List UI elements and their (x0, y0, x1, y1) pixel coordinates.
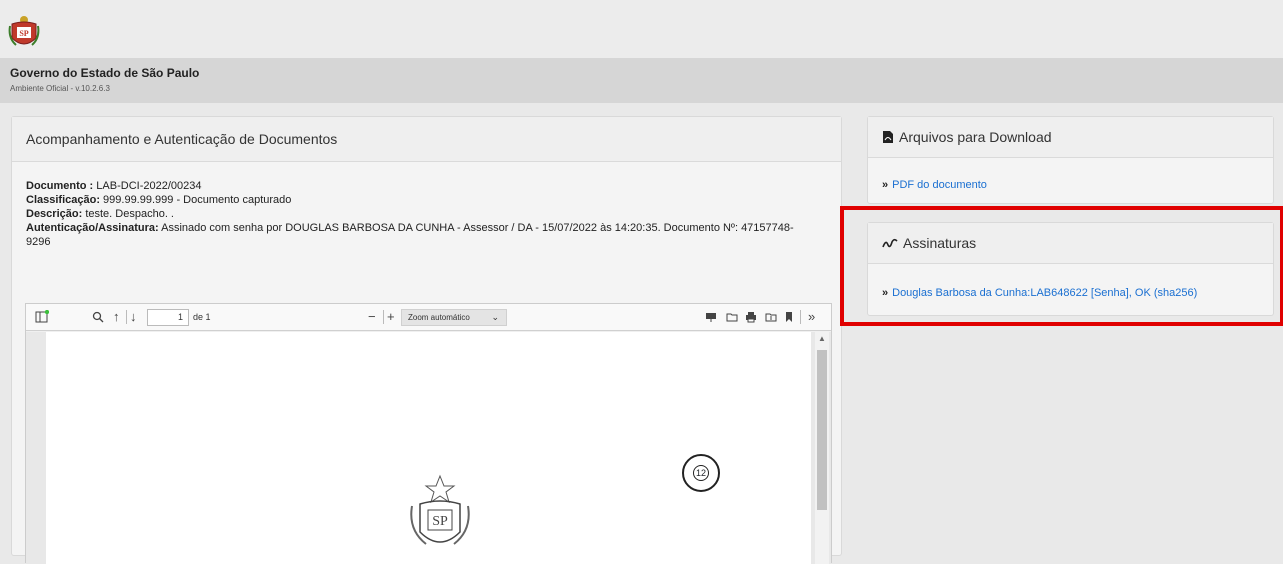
card-title: Acompanhamento e Autenticação de Documen… (12, 117, 841, 162)
zoom-in-icon[interactable]: + (387, 309, 395, 325)
pdf-toolbar: ↑ ↓ 1 de 1 − + Zoom automático ⌄ » (26, 304, 831, 331)
more-tools-icon[interactable]: » (808, 309, 815, 325)
zoom-out-icon[interactable]: − (368, 309, 376, 325)
sao-paulo-crest-icon: SP (410, 474, 470, 545)
download-icon[interactable] (765, 311, 777, 323)
toolbar-divider (383, 310, 384, 324)
documento-line: Documento : LAB-DCI-2022/00234 (26, 180, 202, 192)
search-icon[interactable] (92, 311, 104, 323)
pdf-scrollbar[interactable]: ▲ (815, 332, 829, 564)
page-count: de 1 (193, 312, 211, 322)
previous-page-icon[interactable]: ↑ (113, 309, 120, 325)
pdf-viewer[interactable]: ↑ ↓ 1 de 1 − + Zoom automático ⌄ » 12 SP… (25, 303, 832, 564)
print-icon[interactable] (745, 311, 757, 323)
page-number-input[interactable]: 1 (147, 309, 189, 326)
open-file-icon[interactable] (726, 311, 738, 323)
zoom-select[interactable]: Zoom automático ⌄ (401, 309, 507, 326)
government-title: Governo do Estado de São Paulo (10, 66, 200, 80)
government-bar: Governo do Estado de São Paulo Ambiente … (0, 58, 1283, 103)
chevron-down-icon: ⌄ (491, 312, 499, 322)
autenticacao-line: Autenticação/Assinatura: Assinado com se… (26, 222, 794, 248)
scrollbar-thumb[interactable] (817, 350, 827, 510)
highlight-box (840, 206, 1283, 326)
document-tracking-card: Acompanhamento e Autenticação de Documen… (11, 116, 842, 564)
scroll-up-icon[interactable]: ▲ (818, 334, 826, 343)
double-chevron-icon: » (882, 179, 889, 191)
presentation-mode-icon[interactable] (705, 311, 717, 323)
pdf-page-area: 12 SP ▲ (26, 332, 831, 564)
downloads-card-header: Arquivos para Download (868, 117, 1273, 158)
sao-paulo-crest-icon: SP (8, 16, 40, 46)
top-bar: SP (0, 0, 1283, 58)
toolbar-divider (126, 310, 127, 324)
environment-version: Ambiente Oficial - v.10.2.6.3 (10, 84, 110, 93)
descricao-line: Descrição: teste. Despacho. . (26, 208, 174, 220)
bookmark-icon[interactable] (784, 311, 794, 323)
pdf-page: 12 SP (46, 332, 811, 564)
classificacao-line: Classificação: 999.99.99.999 - Documento… (26, 194, 292, 206)
svg-text:SP: SP (432, 514, 448, 529)
sidebar-toggle-icon[interactable] (35, 310, 49, 324)
downloads-card: Arquivos para Download » PDF do documento (867, 116, 1274, 204)
toolbar-divider (800, 310, 801, 324)
downloads-title: Arquivos para Download (899, 129, 1052, 145)
pdf-download-link[interactable]: » PDF do documento (882, 179, 987, 191)
page-number-stamp: 12 (682, 454, 720, 492)
next-page-icon[interactable]: ↓ (130, 309, 137, 325)
svg-text:SP: SP (19, 29, 28, 38)
document-meta: Documento : LAB-DCI-2022/00234 Classific… (26, 179, 816, 249)
pdf-file-icon (883, 131, 893, 143)
